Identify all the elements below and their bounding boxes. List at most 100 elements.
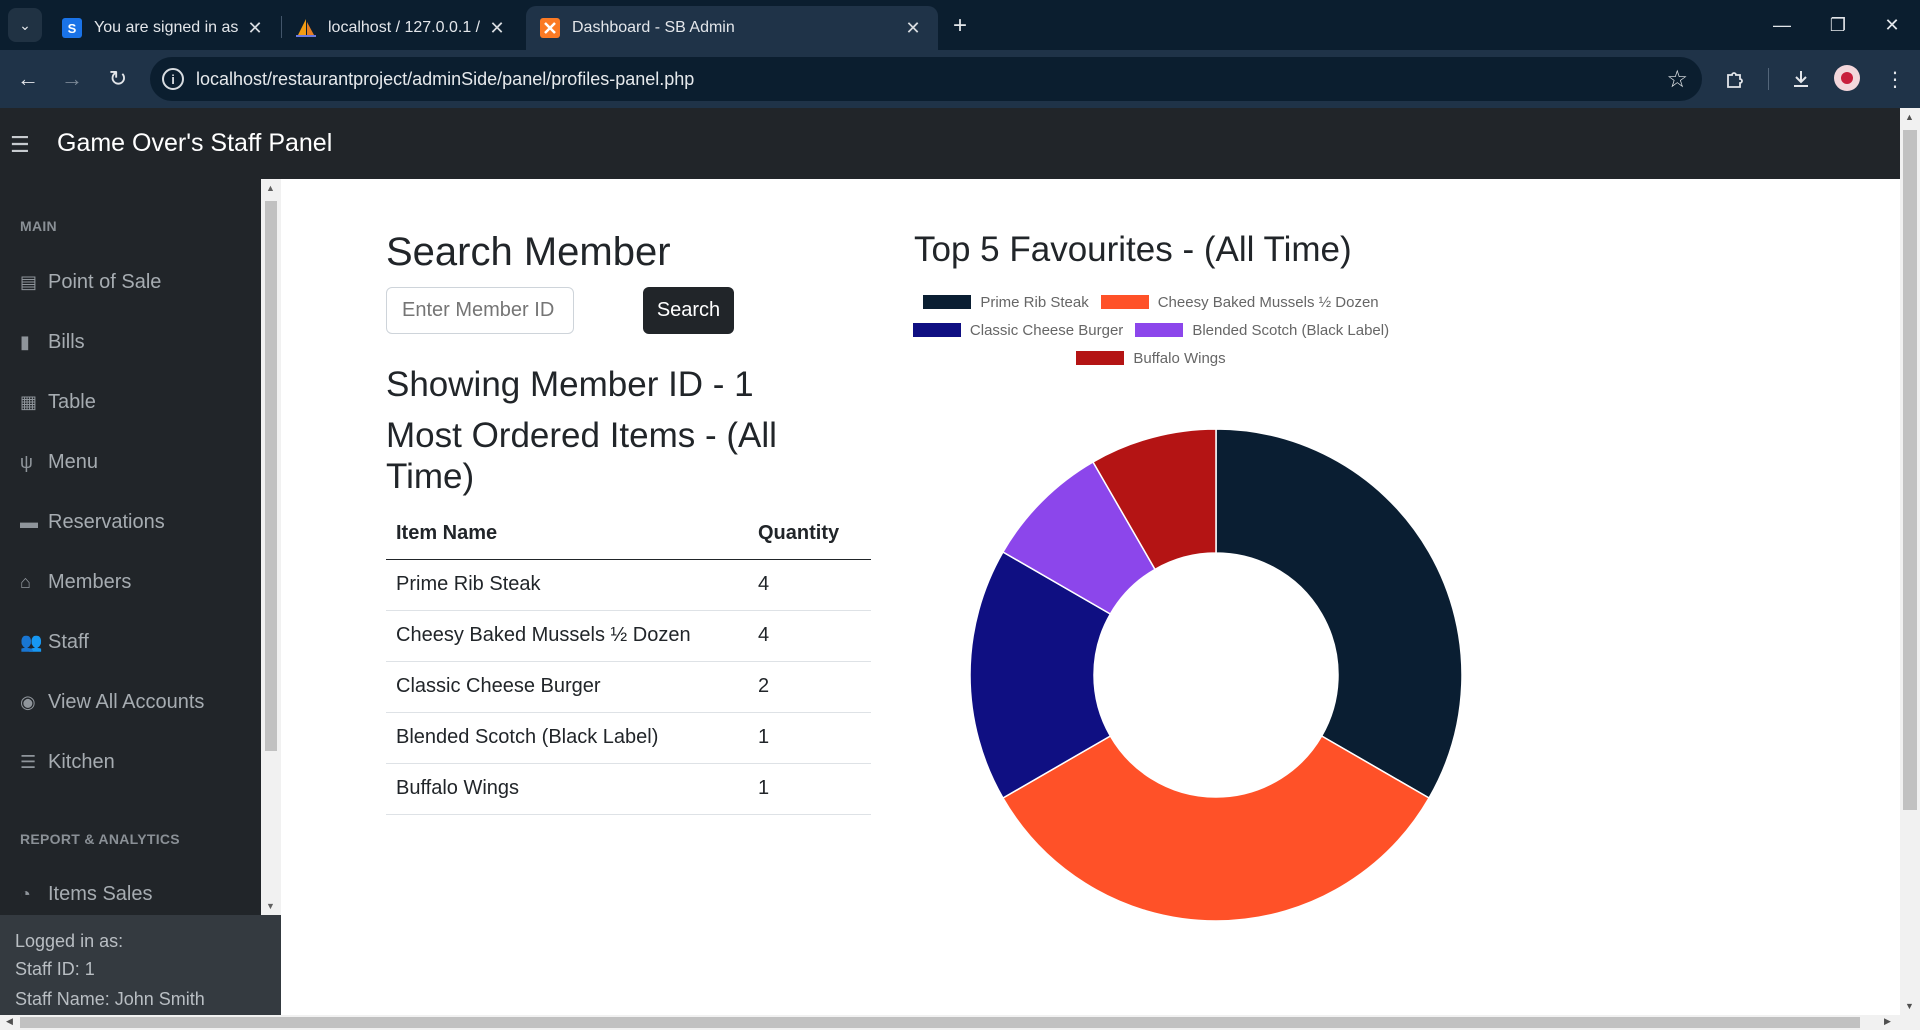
bookmark-star-icon[interactable]: ☆ (1666, 65, 1688, 94)
donut-slice-2[interactable] (1001, 734, 1431, 922)
browser-tab-strip: ⌄ S You are signed in as 211FA1801 ✕ loc… (0, 0, 1920, 50)
column-header-quantity: Quantity (748, 509, 871, 560)
donut-slice-3[interactable] (969, 550, 1112, 800)
reload-icon[interactable]: ↻ (102, 63, 134, 95)
legend-row: Buffalo Wings (881, 347, 1421, 369)
page-scroll-thumb[interactable] (1903, 130, 1917, 810)
showing-member-heading: Showing Member ID - 1 (386, 365, 754, 404)
page-hscroll-thumb[interactable] (20, 1017, 1860, 1028)
eye-icon: ◉ (20, 692, 36, 712)
legend-label: Blended Scotch (Black Label) (1192, 321, 1390, 339)
sidebar-item-reservations[interactable]: ▬ Reservations (20, 511, 165, 534)
profile-avatar[interactable] (1834, 65, 1860, 91)
most-ordered-heading-line1: Most Ordered Items - (All (386, 416, 777, 455)
restore-icon[interactable]: ❐ (1810, 0, 1866, 50)
item-name-cell: Buffalo Wings (386, 763, 748, 815)
scroll-left-arrow-icon[interactable]: ◀ (6, 1016, 13, 1027)
download-icon[interactable] (1784, 62, 1818, 96)
page-horizontal-scrollbar[interactable]: ◀ ▶ (0, 1015, 1920, 1030)
legend-row: Classic Cheese Burger Blended Scotch (Bl… (881, 319, 1421, 341)
table-row: Buffalo Wings 1 (386, 763, 871, 815)
browser-tab-1[interactable]: S You are signed in as 211FA1801 ✕ (48, 6, 280, 50)
legend-item[interactable]: Classic Cheese Burger (912, 322, 1123, 339)
legend-swatch (912, 323, 961, 337)
scroll-down-arrow-icon[interactable]: ▼ (1905, 1001, 1914, 1011)
donut-slice-4[interactable] (1001, 460, 1157, 616)
quantity-cell: 1 (748, 763, 871, 815)
url-text[interactable]: localhost/restaurantproject/adminSide/pa… (196, 69, 694, 90)
site-s-icon: S (62, 18, 82, 38)
table-row: Prime Rib Steak 4 (386, 559, 871, 611)
utensils-icon: ψ (20, 452, 33, 472)
quantity-cell: 4 (748, 559, 871, 611)
legend-label: Buffalo Wings (1133, 349, 1226, 367)
extensions-puzzle-icon[interactable] (1718, 62, 1752, 96)
sidebar-item-point-of-sale[interactable]: ▤ Point of Sale (20, 271, 161, 294)
legend-item[interactable]: Prime Rib Steak (923, 294, 1089, 311)
chart-legend: Prime Rib Steak Cheesy Baked Mussels ½ D… (881, 291, 1421, 375)
cash-register-icon: ▤ (20, 272, 38, 292)
new-tab-button[interactable]: + (944, 10, 976, 42)
sidebar-toggle-icon[interactable]: ☰ (10, 132, 30, 158)
legend-swatch (1076, 351, 1125, 365)
scroll-down-arrow-icon[interactable]: ▼ (266, 901, 275, 911)
address-bar[interactable]: i localhost/restaurantproject/adminSide/… (150, 57, 1702, 101)
search-member-title: Search Member (386, 230, 671, 274)
page-vertical-scrollbar[interactable]: ▲ ▼ (1900, 108, 1920, 1015)
legend-item[interactable]: Blended Scotch (Black Label) (1135, 322, 1389, 339)
sidebar-item-label: Menu (48, 451, 99, 473)
legend-item[interactable]: Cheesy Baked Mussels ½ Dozen (1100, 293, 1379, 311)
back-arrow-icon[interactable]: ← (12, 63, 44, 95)
book-icon: ▬ (20, 512, 38, 532)
scroll-up-arrow-icon[interactable]: ▲ (266, 183, 275, 193)
sidebar-item-bills[interactable]: ▮ Bills (20, 331, 85, 354)
sidebar-item-label: Members (48, 571, 132, 593)
sidebar-item-view-all-accounts[interactable]: ◉ View All Accounts (20, 691, 204, 714)
scroll-right-arrow-icon[interactable]: ▶ (1884, 1016, 1891, 1027)
donut-slice-5[interactable] (1091, 428, 1217, 571)
sidebar-heading-report: REPORT & ANALYTICS (20, 831, 180, 847)
minimize-icon[interactable]: — (1754, 0, 1810, 50)
sidebar-item-members[interactable]: ⌂ Members (20, 571, 131, 594)
sidebar-heading-main: MAIN (20, 218, 57, 234)
sidebar-item-table[interactable]: ▦ Table (20, 391, 96, 414)
main-content: Search Member Search Showing Member ID -… (281, 179, 1900, 1015)
logged-in-label: Logged in as: (15, 931, 124, 951)
tab-title: You are signed in as 211FA1801 (94, 19, 238, 36)
sidebar-item-kitchen[interactable]: ☰ Kitchen (20, 751, 115, 774)
sidebar-scrollbar[interactable]: ▲ ▼ (261, 179, 281, 915)
table-icon: ▦ (20, 392, 38, 412)
sidebar-item-label: Bills (48, 331, 85, 353)
close-tab-icon[interactable]: ✕ (902, 18, 924, 39)
tab-search-button[interactable]: ⌄ (8, 8, 42, 42)
close-tab-icon[interactable]: ✕ (486, 18, 508, 39)
column-header-item-name: Item Name (386, 509, 748, 560)
close-window-icon[interactable]: ✕ (1864, 0, 1920, 50)
toolbar-separator (1768, 68, 1769, 90)
sidebar-item-label: Reservations (48, 511, 165, 533)
most-ordered-table: Item Name Quantity Prime Rib Steak 4 Che… (386, 509, 871, 815)
sidebar-scroll-thumb[interactable] (265, 201, 277, 751)
scroll-up-arrow-icon[interactable]: ▲ (1905, 112, 1914, 122)
sidebar-item-menu[interactable]: ψ Menu (20, 451, 98, 474)
legend-swatch (923, 295, 972, 309)
browser-toolbar: ← → ↻ i localhost/restaurantproject/admi… (0, 50, 1920, 108)
sidebar-item-staff[interactable]: 👥 Staff (20, 631, 89, 654)
search-button[interactable]: Search (643, 287, 734, 334)
donut-slice-1[interactable] (1215, 428, 1463, 800)
browser-tab-3-active[interactable]: Dashboard - SB Admin ✕ (526, 6, 938, 50)
sidebar-item-items-sales[interactable]: ◔ Items Sales (20, 883, 152, 906)
users-icon: 👥 (20, 632, 43, 652)
member-id-input[interactable] (386, 287, 574, 334)
close-tab-icon[interactable]: ✕ (244, 18, 266, 39)
browser-tab-2[interactable]: localhost / 127.0.0.1 / restauran ✕ (282, 6, 522, 50)
site-info-icon[interactable]: i (162, 68, 184, 90)
more-menu-icon[interactable]: ⋮ (1878, 62, 1912, 96)
sidebar-item-label: Staff (48, 631, 89, 653)
legend-label: Cheesy Baked Mussels ½ Dozen (1157, 293, 1379, 311)
item-name-cell: Blended Scotch (Black Label) (386, 712, 748, 764)
item-name-cell: Classic Cheese Burger (386, 661, 748, 713)
legend-item[interactable]: Buffalo Wings (1076, 349, 1226, 367)
navbar-brand[interactable]: Game Over's Staff Panel (57, 129, 332, 158)
forward-arrow-icon[interactable]: → (56, 63, 88, 95)
